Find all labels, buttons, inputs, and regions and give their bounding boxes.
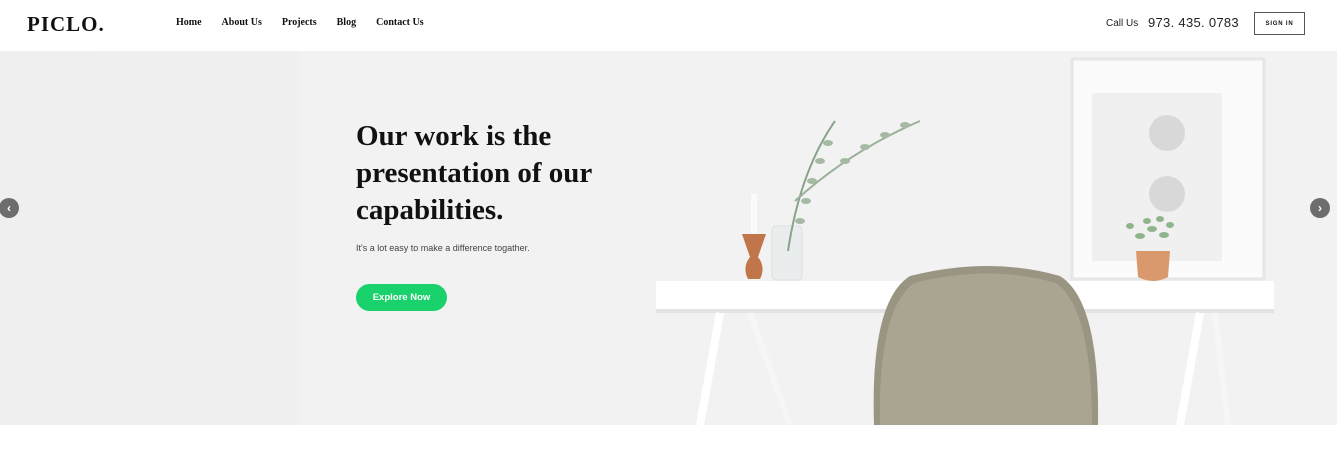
- nav-projects[interactable]: Projects: [282, 17, 317, 28]
- nav-blog[interactable]: Blog: [337, 17, 356, 28]
- chair: [873, 266, 1099, 425]
- chevron-left-icon[interactable]: ‹: [0, 198, 19, 218]
- explore-now-button[interactable]: Explore Now: [356, 284, 447, 311]
- chevron-right-icon[interactable]: ›: [1310, 198, 1330, 218]
- nav-contact-us[interactable]: Contact Us: [376, 17, 424, 28]
- nav-about-us[interactable]: About Us: [222, 17, 262, 28]
- logo[interactable]: PICLO.: [27, 12, 105, 37]
- hero-headline: Our work is the presentation of our capa…: [356, 120, 592, 226]
- hero-background-image: [300, 51, 1337, 425]
- hero-subtext: It's a lot easy to make a difference tog…: [356, 243, 530, 253]
- hero-slider: Our work is the presentation of our capa…: [0, 51, 1337, 425]
- site-header: PICLO. Home About Us Projects Blog Conta…: [0, 0, 1337, 51]
- page-bottom-strip: [0, 425, 1337, 458]
- phone-number[interactable]: 973. 435. 0783: [1148, 15, 1239, 30]
- main-nav: Home About Us Projects Blog Contact Us: [176, 17, 444, 28]
- sign-in-button[interactable]: SIGN IN: [1254, 12, 1305, 35]
- picture-frame: [1070, 57, 1266, 281]
- call-label: Call Us: [1106, 18, 1139, 29]
- nav-home[interactable]: Home: [176, 17, 202, 28]
